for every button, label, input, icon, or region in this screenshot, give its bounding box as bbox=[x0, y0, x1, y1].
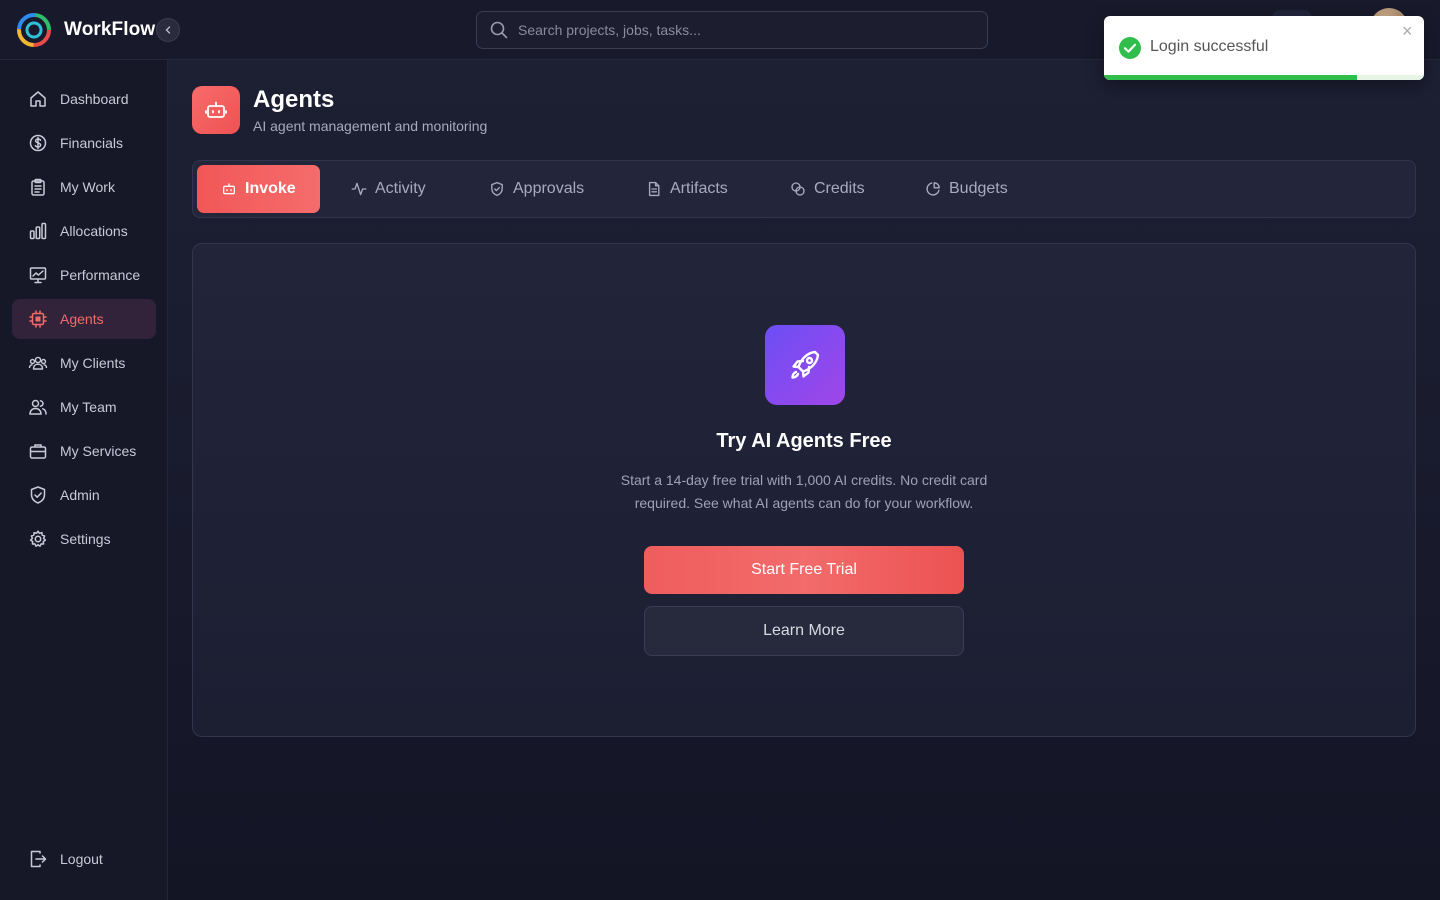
sidebar-item-label: My Team bbox=[60, 399, 117, 415]
page-title: Agents bbox=[253, 86, 335, 113]
sidebar-item-label: Allocations bbox=[60, 223, 128, 239]
logout-button[interactable]: Logout bbox=[12, 839, 156, 879]
users-icon bbox=[28, 397, 48, 417]
tab-activity[interactable]: Activity bbox=[351, 165, 426, 213]
sidebar-item-my-clients[interactable]: My Clients bbox=[12, 343, 156, 383]
coins-icon bbox=[790, 181, 806, 197]
sidebar-item-performance[interactable]: Performance bbox=[12, 255, 156, 295]
robot-icon bbox=[221, 181, 237, 197]
cpu-icon bbox=[28, 309, 48, 329]
robot-icon bbox=[205, 101, 227, 118]
shield-icon bbox=[489, 181, 505, 197]
briefcase-icon bbox=[28, 441, 48, 461]
tab-bar: Invoke Activity Approvals Artifacts Cred… bbox=[192, 160, 1416, 218]
sidebar-item-label: Financials bbox=[60, 135, 124, 151]
start-free-trial-button[interactable]: Start Free Trial bbox=[644, 546, 964, 594]
sidebar-item-my-team[interactable]: My Team bbox=[12, 387, 156, 427]
close-icon[interactable]: × bbox=[1402, 22, 1413, 40]
brand[interactable]: WorkFlow bbox=[16, 12, 155, 48]
tab-label: Approvals bbox=[513, 180, 585, 197]
sidebar-item-allocations[interactable]: Allocations bbox=[12, 211, 156, 251]
tab-label: Invoke bbox=[245, 180, 296, 197]
sidebar-collapse-button[interactable] bbox=[156, 18, 180, 42]
tab-label: Credits bbox=[814, 180, 865, 197]
sidebar-item-label: Admin bbox=[60, 487, 100, 503]
sidebar-item-label: Settings bbox=[60, 531, 111, 547]
sidebar-item-my-work[interactable]: My Work bbox=[12, 167, 156, 207]
tab-approvals[interactable]: Approvals bbox=[489, 165, 584, 213]
chevron-left-icon bbox=[165, 26, 171, 34]
card-title: Try AI Agents Free bbox=[716, 430, 892, 452]
search-input[interactable] bbox=[518, 22, 958, 38]
users-group-icon bbox=[28, 353, 48, 373]
tab-budgets[interactable]: Budgets bbox=[925, 165, 1008, 213]
pie-chart-icon bbox=[925, 181, 941, 197]
tab-artifacts[interactable]: Artifacts bbox=[646, 165, 728, 213]
page-header-icon bbox=[192, 86, 240, 134]
check-circle-icon bbox=[1119, 37, 1141, 59]
sidebar-item-label: Performance bbox=[60, 267, 141, 283]
sidebar-item-financials[interactable]: Financials bbox=[12, 123, 156, 163]
workflow-logo-icon bbox=[17, 13, 51, 47]
sidebar-item-dashboard[interactable]: Dashboard bbox=[12, 79, 156, 119]
clipboard-icon bbox=[28, 177, 48, 197]
tab-label: Budgets bbox=[949, 180, 1008, 197]
toast-progress-bar bbox=[1104, 75, 1357, 80]
sidebar-item-label: My Work bbox=[60, 179, 115, 195]
sidebar-item-agents[interactable]: Agents bbox=[12, 299, 156, 339]
search-icon bbox=[490, 21, 508, 39]
sidebar: Dashboard Financials My Work Allocations… bbox=[0, 60, 168, 900]
gear-icon bbox=[28, 529, 48, 549]
rocket-badge bbox=[765, 325, 845, 405]
document-icon bbox=[646, 181, 662, 197]
bar-chart-icon bbox=[28, 221, 48, 241]
logout-label: Logout bbox=[60, 851, 103, 867]
sidebar-item-label: Agents bbox=[60, 311, 104, 327]
tab-invoke[interactable]: Invoke bbox=[197, 165, 320, 213]
trial-card: Try AI Agents Free Start a 14-day free t… bbox=[192, 243, 1416, 737]
home-icon bbox=[28, 89, 48, 109]
toast-message: Login successful bbox=[1150, 38, 1269, 55]
sidebar-item-admin[interactable]: Admin bbox=[12, 475, 156, 515]
tab-label: Activity bbox=[375, 180, 426, 197]
login-toast: Login successful × bbox=[1104, 16, 1424, 80]
rocket-icon bbox=[791, 350, 820, 379]
sidebar-item-label: My Services bbox=[60, 443, 137, 459]
sidebar-item-label: Dashboard bbox=[60, 91, 129, 107]
shield-check-icon bbox=[28, 485, 48, 505]
card-description: Start a 14-day free trial with 1,000 AI … bbox=[620, 472, 988, 511]
app-name: WorkFlow bbox=[64, 19, 156, 40]
learn-more-button[interactable]: Learn More bbox=[644, 606, 964, 656]
sidebar-item-label: My Clients bbox=[60, 355, 126, 371]
page-subtitle: AI agent management and monitoring bbox=[253, 118, 488, 134]
line-chart-icon bbox=[28, 265, 48, 285]
main-content: Agents AI agent management and monitorin… bbox=[168, 60, 1440, 900]
logout-icon bbox=[28, 849, 48, 869]
tab-label: Artifacts bbox=[670, 180, 728, 197]
sidebar-item-settings[interactable]: Settings bbox=[12, 519, 156, 559]
dollar-icon bbox=[28, 133, 48, 153]
search-box[interactable] bbox=[476, 11, 988, 49]
tab-credits[interactable]: Credits bbox=[790, 165, 865, 213]
activity-icon bbox=[351, 181, 367, 197]
sidebar-item-my-services[interactable]: My Services bbox=[12, 431, 156, 471]
